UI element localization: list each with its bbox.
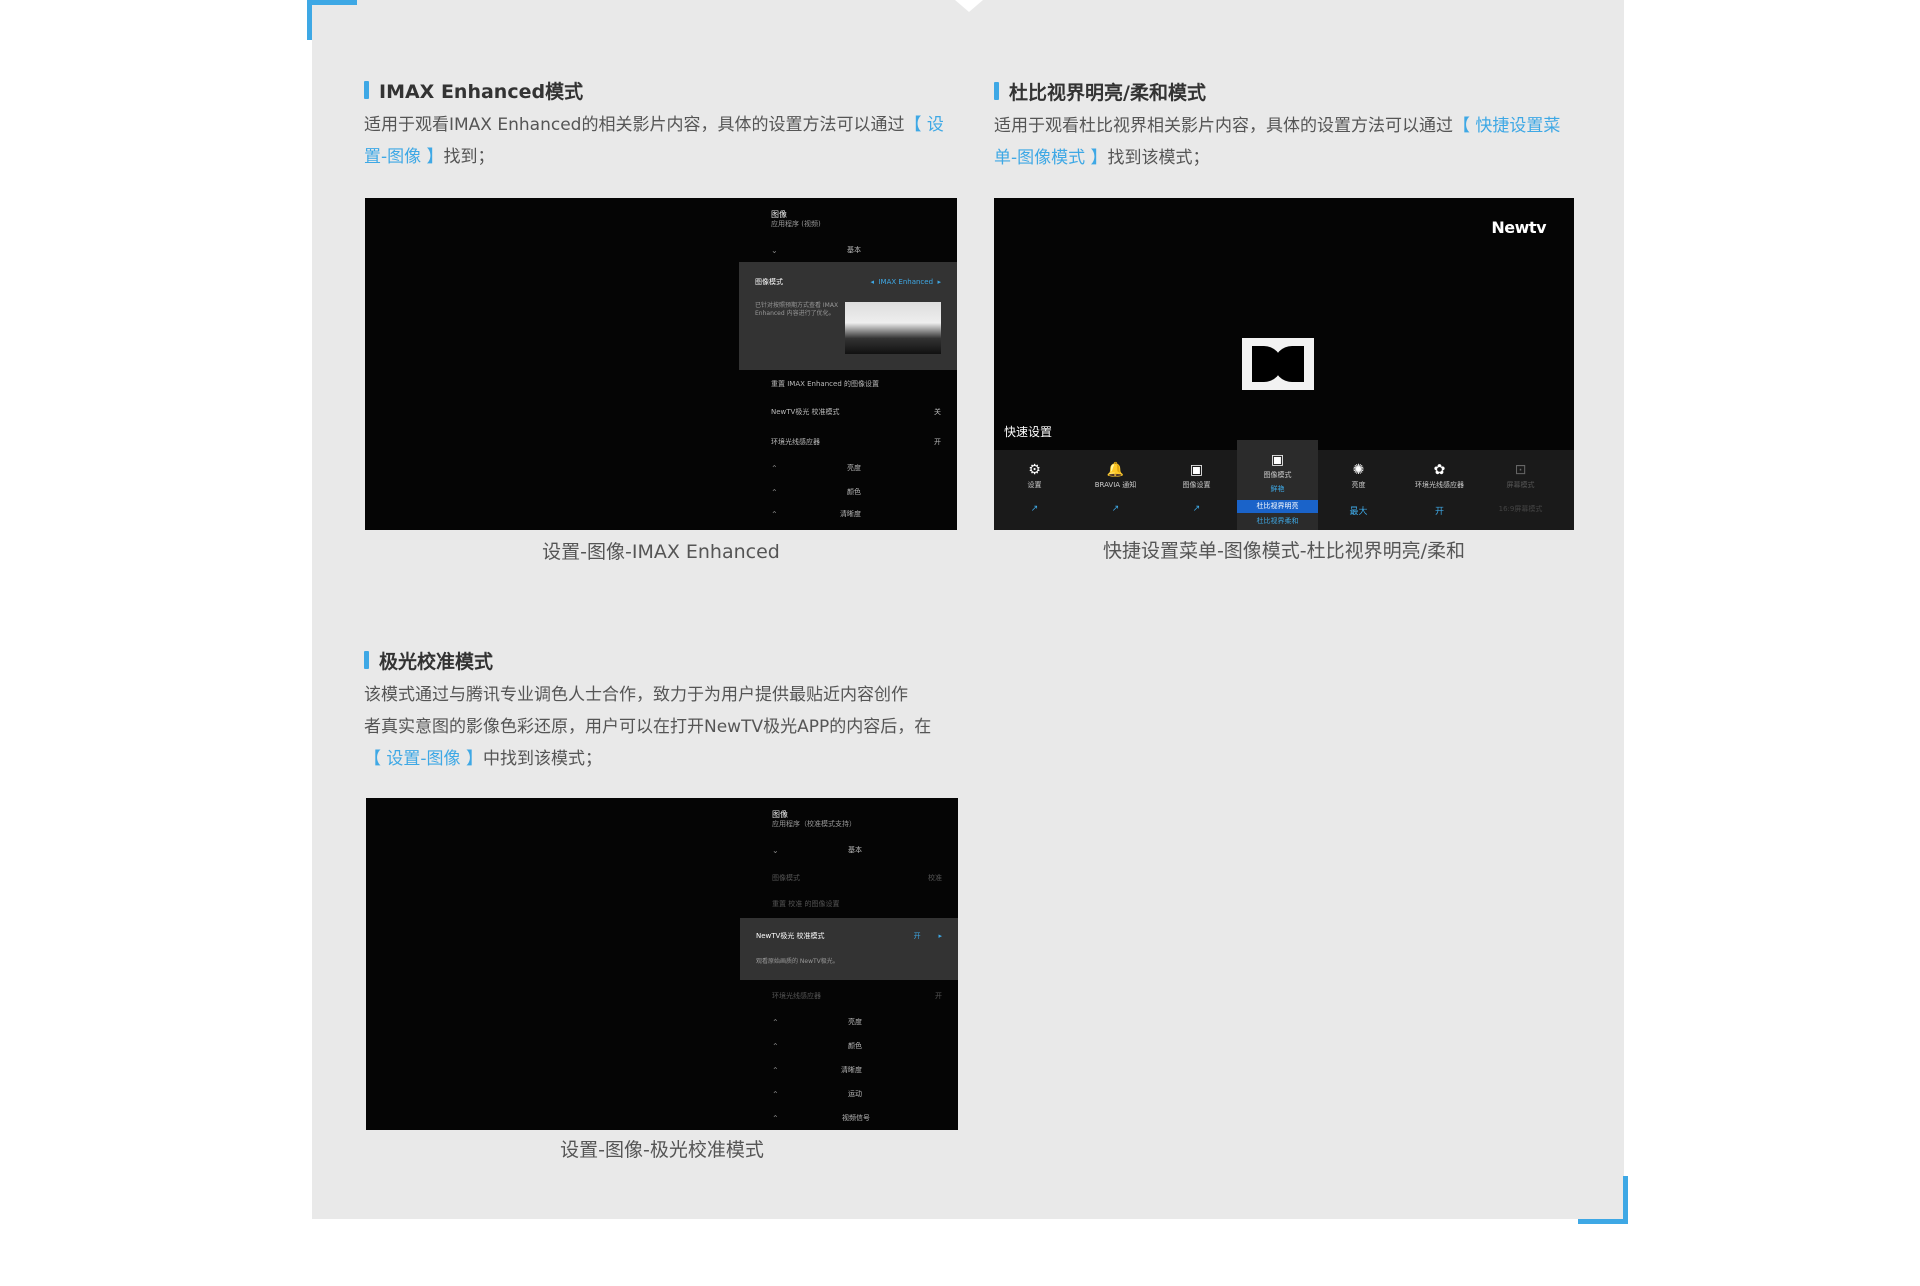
- caption-dolby: 快捷设置菜单-图像模式-杜比视界明亮/柔和: [1102, 540, 1466, 562]
- quick-settings-bar: ⚙ 设置 ↗ 🔔 BRAVIA 通知 ↗ ▣ 图像设置 ↗ ▣ 图像模式 鲜艳 …: [994, 440, 1574, 530]
- quick-settings-title: 快速设置: [1004, 425, 1053, 439]
- section-dolby: 杜比视界明亮/柔和模式 适用于观看杜比视界相关影片内容，具体的设置方法可以通过【…: [994, 78, 1574, 174]
- chevron-up-icon[interactable]: ⌃: [771, 464, 778, 473]
- section-title: 极光校准模式: [364, 647, 984, 673]
- section-description: 适用于观看IMAX Enhanced的相关影片内容，具体的设置方法可以通过【 设…: [364, 115, 944, 167]
- dolby-double-d-icon: [1252, 346, 1304, 382]
- chevron-down-icon[interactable]: ⌄: [771, 246, 778, 255]
- dolby-logo: [1242, 338, 1314, 390]
- screenshot-aurora-settings: 图像 应用程序（校准模式支持） ⌄ 基本 图像模式 校准 重置 校准 的图像设置 N…: [366, 798, 958, 1130]
- qs-settings[interactable]: ⚙ 设置 ↗: [994, 450, 1075, 530]
- qs-picture-settings[interactable]: ▣ 图像设置 ↗: [1156, 450, 1237, 530]
- screen-mode-icon: ⊡: [1514, 462, 1527, 478]
- chevron-up-icon[interactable]: ⌃: [771, 510, 778, 519]
- screenshot-imax-settings: 图像 应用程序 (视频) ⌄ 基本 图像模式 ◂ IMAX Enhanced ▸ 已…: [365, 198, 957, 530]
- chevron-up-icon[interactable]: ⌃: [772, 1018, 779, 1027]
- chevron-up-icon[interactable]: ⌃: [772, 1090, 779, 1099]
- corner-decoration-top-left-vertical: [307, 0, 312, 40]
- title-bar-icon: [994, 82, 999, 100]
- section-description: 适用于观看杜比视界相关影片内容，具体的设置方法可以通过【 快捷设置菜单-图像模式…: [994, 116, 1561, 168]
- tv-settings-menu: 图像 应用程序 (视频) ⌄ 基本 图像模式 ◂ IMAX Enhanced ▸ 已…: [739, 198, 957, 530]
- newtv-logo: Newtv: [1491, 218, 1546, 237]
- caption-aurora: 设置-图像-极光校准模式: [560, 1139, 764, 1161]
- qs-bravia-notify[interactable]: 🔔 BRAVIA 通知 ↗: [1075, 450, 1156, 530]
- highlight-newtv-calibration[interactable]: [740, 918, 958, 980]
- section-title: 杜比视界明亮/柔和模式: [994, 78, 1574, 104]
- section-title: IMAX Enhanced模式: [364, 77, 964, 103]
- title-bar-icon: [364, 651, 369, 669]
- preview-thumbnail: [845, 302, 941, 354]
- chevron-up-icon[interactable]: ⌃: [772, 1066, 779, 1075]
- corner-decoration-top-left: [307, 0, 357, 5]
- section-imax: IMAX Enhanced模式 适用于观看IMAX Enhanced的相关影片内…: [364, 77, 964, 173]
- qs-brightness[interactable]: ✺ 亮度 最大: [1318, 450, 1399, 530]
- bell-icon: 🔔: [1106, 462, 1125, 478]
- corner-decoration-bottom-right-vertical: [1623, 1176, 1628, 1224]
- settings-path-link: 【 设置-图像 】: [364, 749, 483, 769]
- gear-icon: ⚙: [1028, 462, 1041, 478]
- chevron-up-icon[interactable]: ⌃: [772, 1042, 779, 1051]
- qs-picture-mode[interactable]: ▣ 图像模式 鲜艳 杜比视界明亮 杜比视界柔和: [1237, 440, 1318, 530]
- top-notch-decoration: [955, 0, 983, 12]
- corner-decoration-bottom-right: [1578, 1219, 1628, 1224]
- screenshot-quick-settings: Newtv 快速设置 ⚙ 设置 ↗ 🔔 BRAVIA 通知 ↗ ▣ 图像设置 ↗…: [994, 198, 1574, 530]
- title-bar-icon: [364, 81, 369, 99]
- picture-icon: ▣: [1189, 462, 1204, 478]
- caption-imax: 设置-图像-IMAX Enhanced: [542, 541, 780, 563]
- sensor-icon: ✿: [1433, 462, 1446, 478]
- chevron-down-icon[interactable]: ⌄: [772, 846, 779, 855]
- section-aurora: 极光校准模式 该模式通过与腾讯专业调色人士合作，致力于为用户提供最贴近内容创作 …: [364, 647, 984, 775]
- chevron-up-icon[interactable]: ⌃: [772, 1114, 779, 1123]
- section-description: 该模式通过与腾讯专业调色人士合作，致力于为用户提供最贴近内容创作 者真实意图的影…: [364, 685, 932, 769]
- selected-option-dolby-bright[interactable]: 杜比视界明亮: [1237, 500, 1318, 513]
- tv-settings-menu: 图像 应用程序（校准模式支持） ⌄ 基本 图像模式 校准 重置 校准 的图像设置 N…: [740, 798, 958, 1130]
- picture-mode-icon: ▣: [1270, 452, 1285, 468]
- chevron-up-icon[interactable]: ⌃: [771, 488, 778, 497]
- brightness-icon: ✺: [1352, 462, 1365, 478]
- qs-screen-mode[interactable]: ⊡ 屏幕模式 16:9屏幕模式: [1480, 450, 1561, 530]
- qs-ambient-sensor[interactable]: ✿ 环境光线感应器 开: [1399, 450, 1480, 530]
